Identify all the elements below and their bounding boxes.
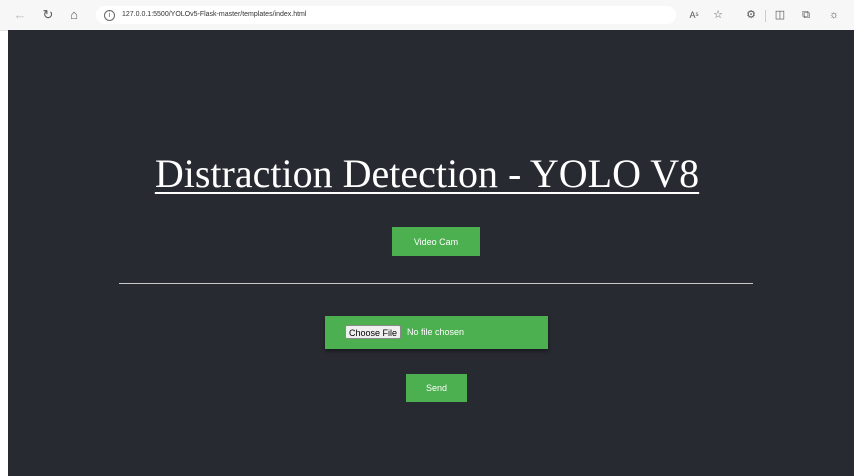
video-cam-button[interactable]: Video Cam	[392, 227, 480, 256]
file-status-text: No file chosen	[407, 327, 465, 337]
split-screen-icon[interactable]: ◫	[772, 7, 788, 23]
favorite-star-icon[interactable]: ☆	[710, 7, 726, 23]
send-button[interactable]: Send	[406, 374, 467, 402]
toolbar-separator	[765, 10, 766, 22]
info-icon[interactable]: i	[104, 10, 115, 21]
divider-line	[119, 283, 753, 284]
home-icon[interactable]: ⌂	[66, 7, 82, 23]
back-arrow-icon[interactable]: ←	[12, 7, 28, 23]
url-text: 127.0.0.1:5500/YOLOv5-Flask-master/templ…	[122, 11, 307, 18]
choose-file-button[interactable]: Choose File	[345, 325, 402, 339]
browser-toolbar: ← ↻ ⌂ i 127.0.0.1:5500/YOLOv5-Flask-mast…	[0, 0, 854, 31]
address-bar[interactable]: i 127.0.0.1:5500/YOLOv5-Flask-master/tem…	[96, 6, 676, 24]
page-title: Distraction Detection - YOLO V8	[154, 151, 700, 196]
extension-icon[interactable]: ⚙	[743, 7, 759, 23]
refresh-icon[interactable]: ↻	[40, 7, 56, 23]
read-aloud-icon[interactable]: Aˢ	[686, 7, 702, 23]
file-upload-box: Choose File No file chosen	[325, 316, 548, 349]
collections-icon[interactable]: ⧉	[798, 7, 814, 23]
profile-icon[interactable]: ☼	[826, 7, 842, 23]
